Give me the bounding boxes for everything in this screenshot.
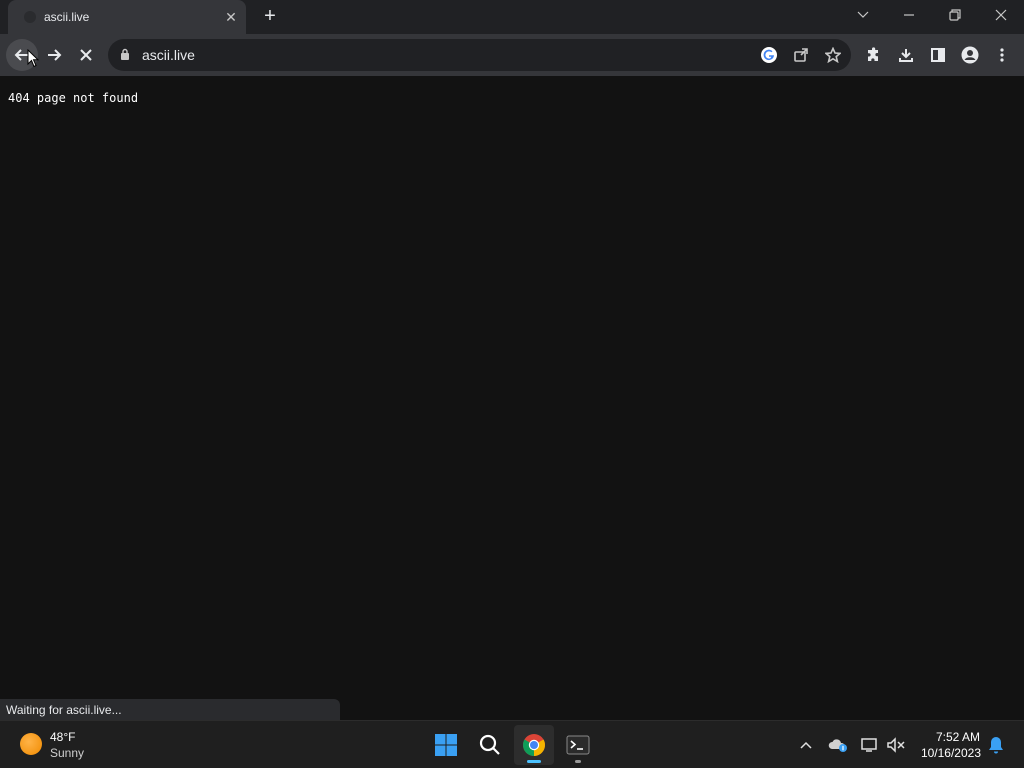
new-tab-button[interactable]: + xyxy=(260,6,280,26)
forward-button[interactable] xyxy=(38,39,70,71)
weather-temperature: 48°F xyxy=(50,730,76,744)
side-panel-button[interactable] xyxy=(922,39,954,71)
chrome-icon xyxy=(523,734,545,756)
tab-ascii-live[interactable]: ascii.live ✕ xyxy=(8,0,246,34)
close-icon xyxy=(80,49,92,61)
stop-button[interactable] xyxy=(70,39,102,71)
running-indicator xyxy=(575,760,581,763)
mouse-cursor-icon xyxy=(27,49,39,68)
page-content: 404 page not found xyxy=(0,77,1024,720)
screen: ascii.live ✕ + ascii.live 404 page not f… xyxy=(0,0,1024,768)
chevron-up-icon[interactable] xyxy=(796,735,816,755)
extensions-button[interactable] xyxy=(858,39,890,71)
search-icon xyxy=(479,734,500,755)
address-bar[interactable]: ascii.live xyxy=(108,39,851,71)
window-close-icon[interactable] xyxy=(978,0,1024,30)
download-button[interactable] xyxy=(890,39,922,71)
url-text[interactable]: ascii.live xyxy=(142,47,195,63)
more-menu-button[interactable] xyxy=(986,39,1018,71)
tab-favicon-icon xyxy=(24,11,36,23)
arrow-right-icon xyxy=(48,49,62,61)
volume-muted-icon[interactable] xyxy=(886,735,906,755)
download-icon xyxy=(899,49,913,62)
taskbar: 48°F Sunny 7:52 AM 10/16/2023 xyxy=(0,720,1024,768)
sun-icon xyxy=(20,733,42,755)
google-icon[interactable] xyxy=(759,45,779,65)
side-panel-icon xyxy=(931,48,945,62)
tab-search-chevron-down-icon[interactable] xyxy=(840,0,886,30)
terminal-icon xyxy=(566,735,590,755)
display-icon[interactable] xyxy=(860,735,880,755)
start-button[interactable] xyxy=(426,725,466,765)
tab-close-icon[interactable]: ✕ xyxy=(222,8,240,26)
browser-toolbar: ascii.live xyxy=(0,34,1024,76)
terminal-taskbar-button[interactable] xyxy=(558,725,598,765)
extensions-icon xyxy=(868,47,878,61)
profile-button[interactable] xyxy=(954,39,986,71)
active-indicator xyxy=(527,760,541,763)
status-bubble: Waiting for ascii.live... xyxy=(0,699,340,720)
bell-icon[interactable] xyxy=(986,735,1006,755)
star-icon[interactable] xyxy=(823,45,843,65)
tab-strip: ascii.live ✕ + xyxy=(0,0,1024,34)
lock-icon[interactable] xyxy=(120,48,130,61)
more-icon xyxy=(1000,48,1004,62)
restore-icon[interactable] xyxy=(932,0,978,30)
windows-start-icon xyxy=(435,734,457,756)
clock-date[interactable]: 10/16/2023 xyxy=(921,746,981,760)
tab-title: ascii.live xyxy=(44,10,90,24)
onedrive-icon[interactable] xyxy=(828,735,848,755)
clock-time[interactable]: 7:52 AM xyxy=(936,730,980,744)
search-button[interactable] xyxy=(470,725,510,765)
minimize-icon[interactable] xyxy=(886,0,932,30)
weather-condition: Sunny xyxy=(50,746,85,760)
share-icon[interactable] xyxy=(791,45,811,65)
error-message: 404 page not found xyxy=(8,91,139,105)
profile-icon xyxy=(961,46,979,64)
chrome-taskbar-button[interactable] xyxy=(514,725,554,765)
